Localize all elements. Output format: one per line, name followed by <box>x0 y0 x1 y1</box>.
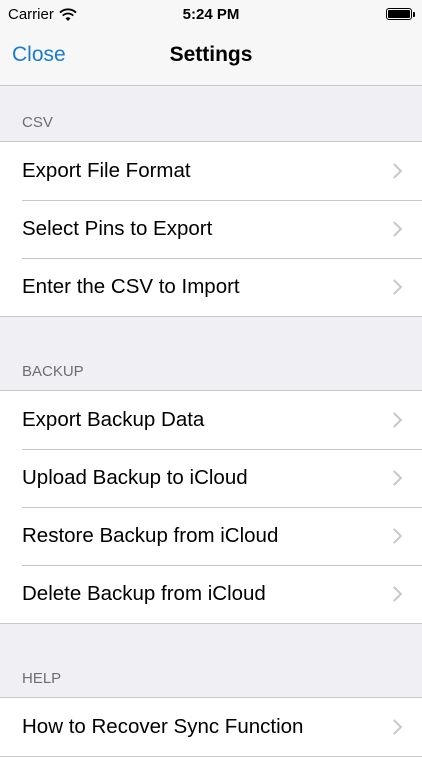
row-label: Enter the CSV to Import <box>22 275 240 298</box>
battery-icon <box>386 8 415 20</box>
chevron-right-icon <box>386 719 403 735</box>
row-export-backup-data[interactable]: Export Backup Data <box>0 391 422 449</box>
row-label: Export Backup Data <box>22 408 205 431</box>
row-label: Delete Backup from iCloud <box>22 582 266 605</box>
chevron-right-icon <box>386 528 403 544</box>
row-label: Select Pins to Export <box>22 217 213 240</box>
chevron-right-icon <box>386 470 403 486</box>
section-backup: Export Backup Data Upload Backup to iClo… <box>0 390 422 624</box>
status-time: 5:24 PM <box>182 6 240 23</box>
section-header-csv: CSV <box>22 114 53 131</box>
section-header-backup: BACKUP <box>22 363 84 380</box>
page-title: Settings <box>169 43 253 66</box>
row-label: Restore Backup from iCloud <box>22 524 279 547</box>
chevron-right-icon <box>386 586 403 602</box>
settings-list: CSV Export File Format Select Pins to Ex… <box>0 86 422 757</box>
row-select-pins-to-export[interactable]: Select Pins to Export <box>0 200 422 258</box>
section-csv: Export File Format Select Pins to Export… <box>0 141 422 317</box>
row-how-to-recover-sync-function[interactable]: How to Recover Sync Function <box>0 698 422 756</box>
section-help: How to Recover Sync Function <box>0 697 422 757</box>
chevron-right-icon <box>386 221 403 237</box>
navigation-bar: Close Settings <box>0 30 422 86</box>
row-export-file-format[interactable]: Export File Format <box>0 142 422 200</box>
row-label: Export File Format <box>22 159 191 182</box>
row-label: Upload Backup to iCloud <box>22 466 248 489</box>
chevron-right-icon <box>386 163 403 179</box>
row-enter-csv-to-import[interactable]: Enter the CSV to Import <box>0 258 422 316</box>
row-upload-backup-to-icloud[interactable]: Upload Backup to iCloud <box>0 449 422 507</box>
chevron-right-icon <box>386 279 403 295</box>
row-label: How to Recover Sync Function <box>22 715 304 738</box>
row-restore-backup-from-icloud[interactable]: Restore Backup from iCloud <box>0 507 422 565</box>
chevron-right-icon <box>386 412 403 428</box>
row-delete-backup-from-icloud[interactable]: Delete Backup from iCloud <box>0 565 422 623</box>
status-bar: Carrier 5:24 PM <box>0 0 422 30</box>
section-header-help: HELP <box>22 670 62 687</box>
